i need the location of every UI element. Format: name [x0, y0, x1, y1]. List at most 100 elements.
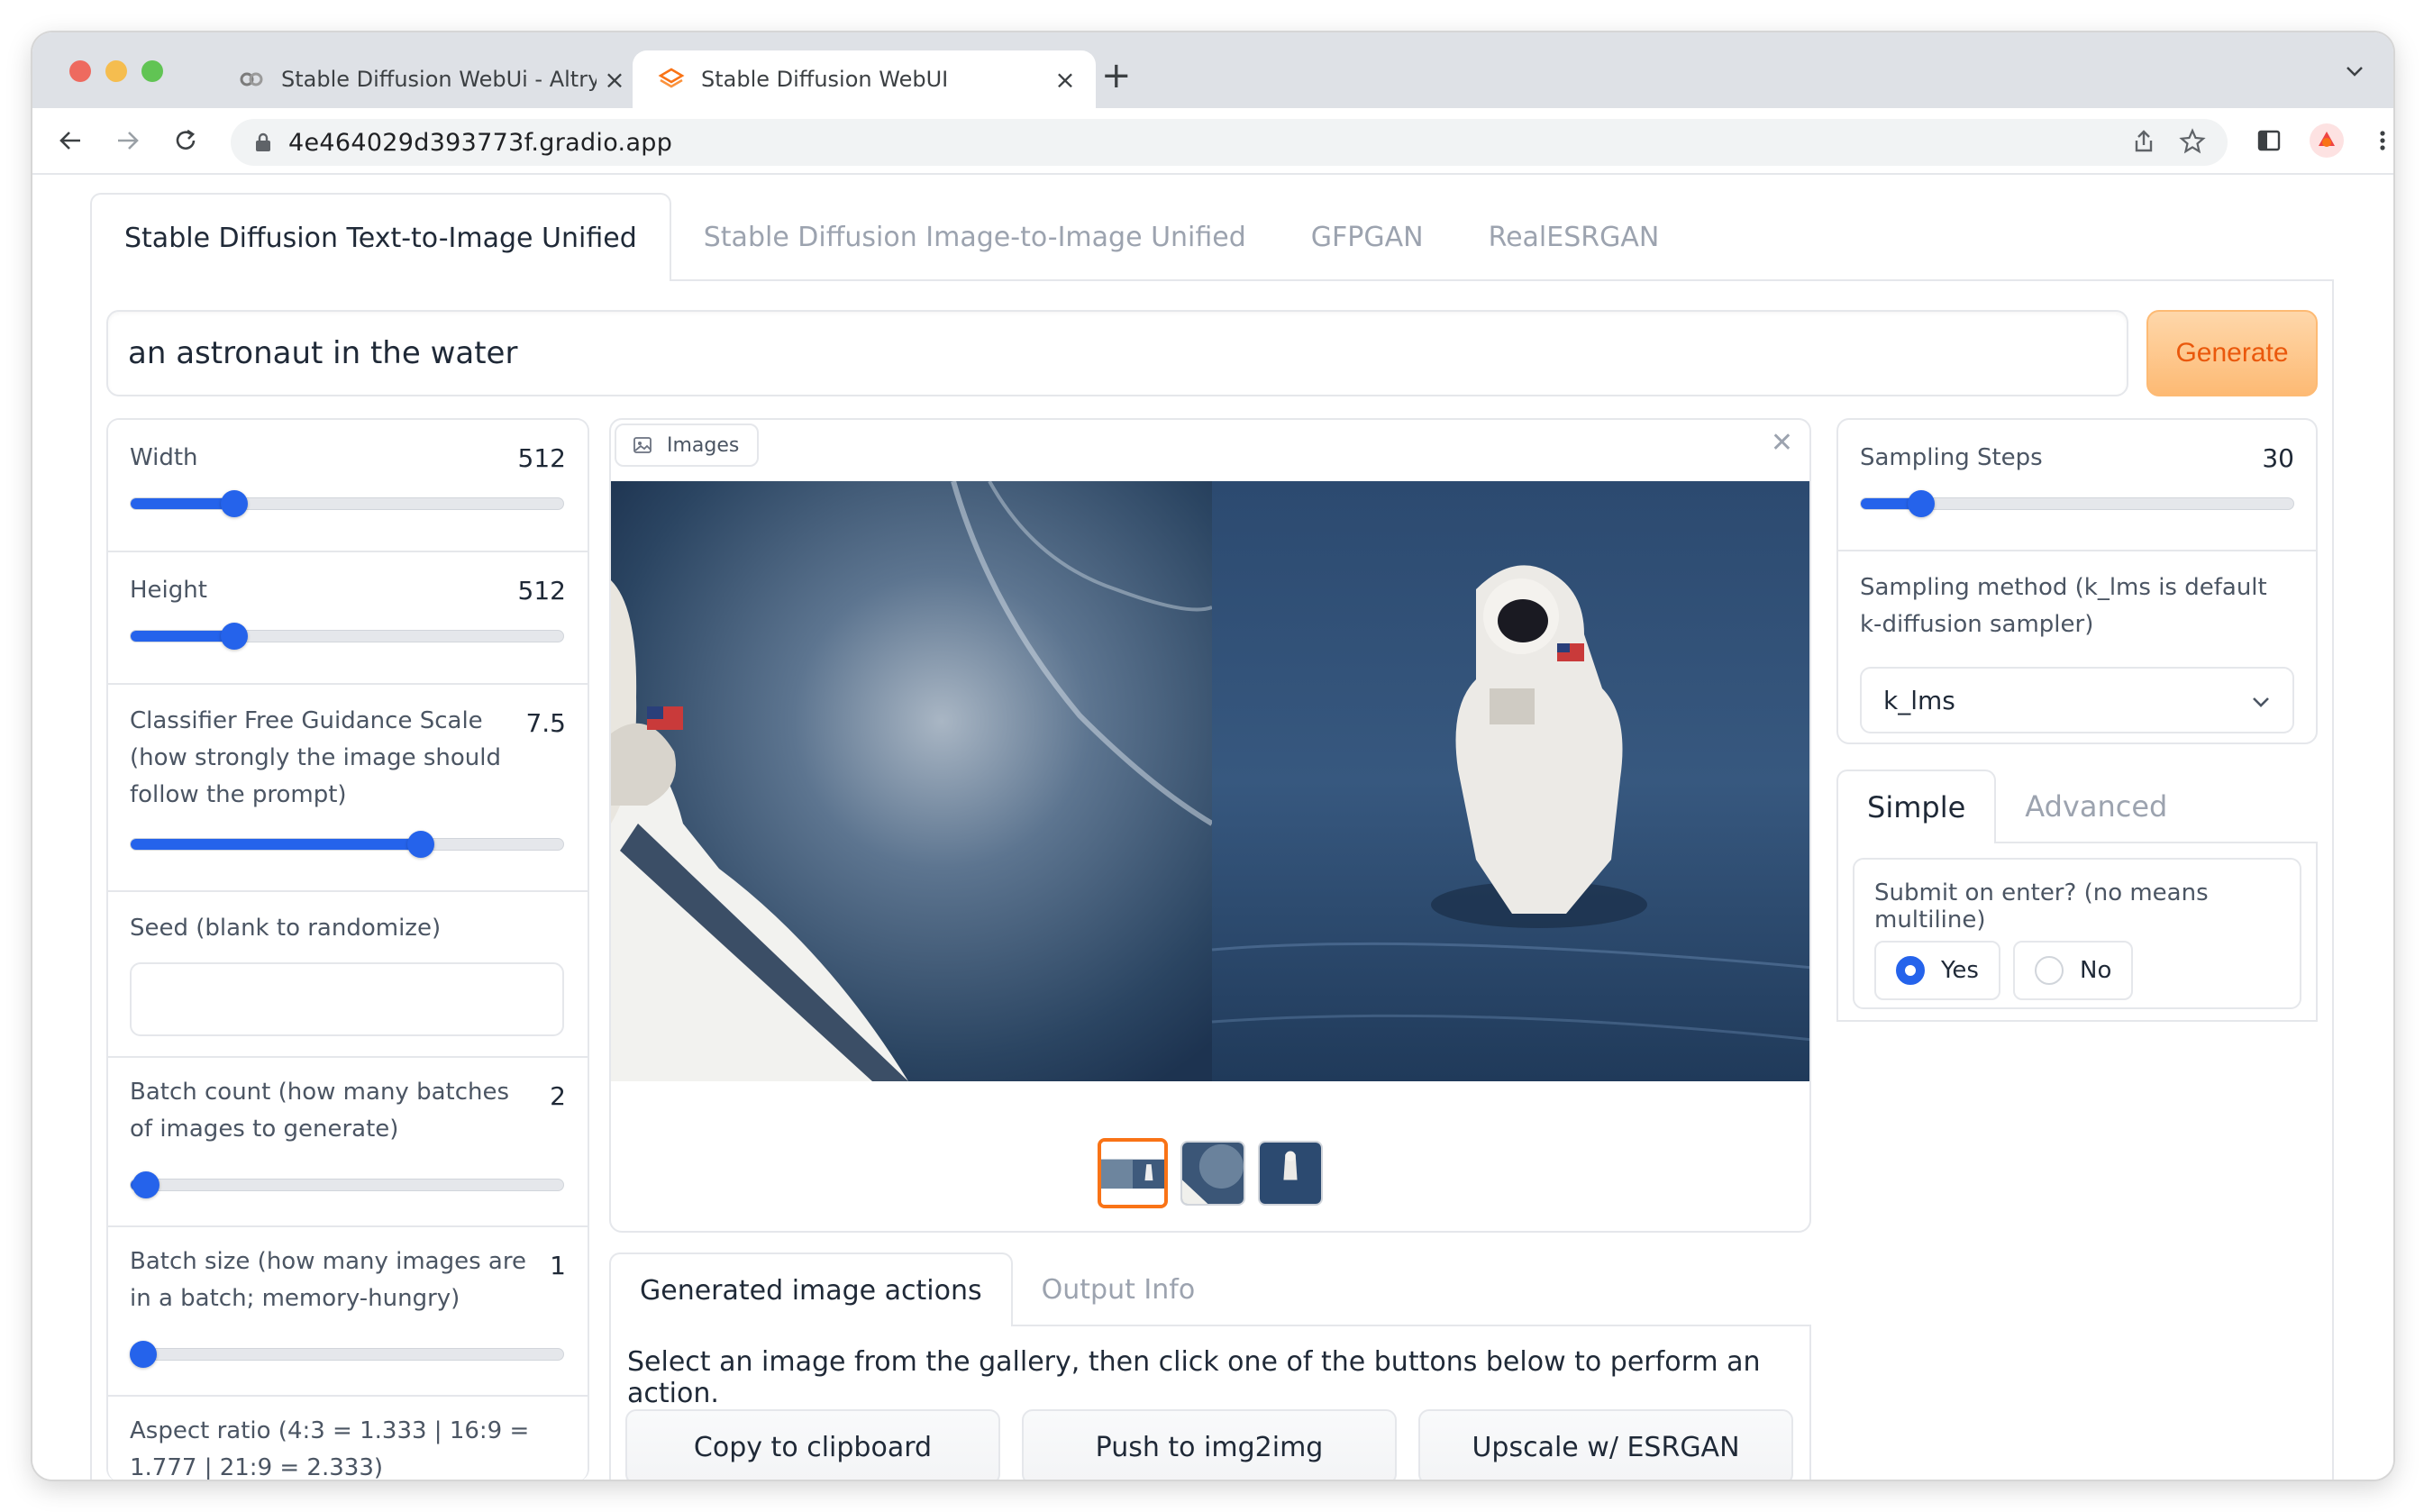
aspect-ratio-block: Aspect ratio (4:3 = 1.333 | 16:9 = 1.777… — [108, 1397, 588, 1480]
close-gallery-icon[interactable]: ✕ — [1771, 427, 1793, 459]
tab-advanced[interactable]: Advanced — [1996, 770, 2196, 843]
cfg-value[interactable]: 7.5 — [525, 708, 566, 738]
cfg-label: Classifier Free Guidance Scale (how stro… — [130, 707, 502, 808]
side-panel-icon[interactable] — [2247, 119, 2291, 162]
generated-image-1[interactable] — [611, 481, 1214, 1081]
reload-icon[interactable] — [164, 119, 207, 162]
width-slider[interactable] — [130, 490, 564, 517]
batch-count-slider[interactable] — [130, 1171, 564, 1198]
steps-value[interactable]: 30 — [2262, 443, 2294, 473]
batch-count-label: Batch count (how many batches of images … — [130, 1079, 510, 1143]
browser-tab-strip: Stable Diffusion WebUi - Altryne × Stabl… — [32, 32, 2393, 108]
actions-instruction: Select an image from the gallery, then c… — [627, 1346, 1761, 1409]
settings-panel-left: Width 512 Height 512 Classifier Free Gui… — [106, 418, 589, 1480]
height-slider[interactable] — [130, 623, 564, 650]
generated-images[interactable] — [611, 481, 1811, 1081]
tab-realesrgan[interactable]: RealESRGAN — [1456, 193, 1692, 281]
height-value[interactable]: 512 — [518, 576, 566, 606]
new-tab-icon[interactable]: + — [1101, 58, 1132, 94]
batch-size-slider[interactable] — [130, 1341, 564, 1368]
actions-tabs: Generated image actions Output Info — [609, 1252, 1224, 1326]
chevron-down-icon[interactable] — [2343, 59, 2366, 89]
submit-on-enter-block: Submit on enter? (no means multiline) Ye… — [1853, 858, 2301, 1009]
radio-yes[interactable]: Yes — [1874, 941, 2000, 1000]
gallery-thumbnails — [611, 1138, 1809, 1208]
radio-yes-label: Yes — [1941, 957, 1979, 984]
generated-image-2[interactable] — [1211, 481, 1811, 1081]
minimize-window-button[interactable] — [105, 60, 127, 82]
sampler-selected-value: k_lms — [1883, 685, 1955, 715]
image-gallery: Images ✕ — [609, 418, 1811, 1233]
batch-count-value[interactable]: 2 — [550, 1081, 566, 1111]
prompt-input[interactable]: an astronaut in the water — [106, 310, 2128, 396]
cfg-slider[interactable] — [130, 831, 564, 858]
sampler-label: Sampling method (k_lms is default k-diff… — [1860, 574, 2267, 638]
thumbnail-1[interactable] — [1098, 1138, 1168, 1208]
close-tab-icon[interactable]: × — [1047, 65, 1083, 95]
batch-count-block: Batch count (how many batches of images … — [108, 1058, 588, 1227]
maximize-window-button[interactable] — [141, 60, 163, 82]
height-label: Height — [130, 577, 207, 604]
url-text: 4e464029d393773f.gradio.app — [288, 128, 673, 157]
steps-slider[interactable] — [1860, 490, 2294, 517]
sampler-select[interactable]: k_lms — [1860, 667, 2294, 733]
tab-generated-image-actions[interactable]: Generated image actions — [609, 1252, 1013, 1326]
image-icon — [633, 437, 652, 453]
back-icon[interactable] — [49, 119, 92, 162]
batch-size-block: Batch size (how many images are in a bat… — [108, 1227, 588, 1397]
mode-panel: Submit on enter? (no means multiline) Ye… — [1836, 842, 2318, 1022]
browser-tab-webui[interactable]: Stable Diffusion WebUI × — [633, 50, 1096, 108]
height-slider-block: Height 512 — [108, 552, 588, 685]
colab-icon — [240, 72, 263, 87]
radio-yes-indicator — [1896, 956, 1925, 985]
copy-to-clipboard-button[interactable]: Copy to clipboard — [625, 1409, 1000, 1480]
tab-txt2img[interactable]: Stable Diffusion Text-to-Image Unified — [90, 193, 671, 281]
seed-input[interactable] — [130, 962, 564, 1036]
bookmark-star-icon[interactable] — [2179, 128, 2206, 155]
thumbnail-3[interactable] — [1258, 1141, 1323, 1206]
lock-icon — [256, 132, 270, 151]
submit-on-enter-label: Submit on enter? (no means multiline) — [1874, 879, 2209, 934]
main-tabs: Stable Diffusion Text-to-Image Unified S… — [90, 193, 1691, 281]
aspect-ratio-label: Aspect ratio (4:3 = 1.333 | 16:9 = 1.777… — [130, 1417, 530, 1480]
radio-no-label: No — [2080, 957, 2112, 984]
mode-tabs: Simple Advanced — [1836, 770, 2196, 843]
browser-tab-altryne[interactable]: Stable Diffusion WebUi - Altryne × — [213, 50, 645, 108]
profile-avatar[interactable] — [2305, 119, 2348, 162]
batch-size-label: Batch size (how many images are in a bat… — [130, 1248, 526, 1312]
thumbnail-2[interactable] — [1180, 1141, 1245, 1206]
sampling-panel: Sampling Steps 30 Sampling method (k_lms… — [1836, 418, 2318, 744]
chevron-down-icon — [2253, 697, 2269, 707]
browser-toolbar: 4e464029d393773f.gradio.app — [32, 108, 2393, 175]
share-icon[interactable] — [2130, 128, 2157, 155]
close-tab-icon[interactable]: × — [597, 65, 633, 95]
gallery-label-text: Images — [667, 433, 740, 457]
push-to-img2img-button[interactable]: Push to img2img — [1022, 1409, 1397, 1480]
upscale-esrgan-button[interactable]: Upscale w/ ESRGAN — [1418, 1409, 1793, 1480]
forward-icon[interactable] — [106, 119, 150, 162]
tab-title: Stable Diffusion WebUi - Altryne — [281, 67, 597, 92]
gradio-icon — [658, 68, 685, 88]
tab-simple[interactable]: Simple — [1836, 770, 1997, 843]
width-slider-block: Width 512 — [108, 420, 588, 552]
batch-size-value[interactable]: 1 — [550, 1251, 566, 1280]
width-label: Width — [130, 444, 198, 471]
tab-img2img[interactable]: Stable Diffusion Image-to-Image Unified — [671, 193, 1279, 281]
tab-gfpgan[interactable]: GFPGAN — [1279, 193, 1456, 281]
address-bar[interactable]: 4e464029d393773f.gradio.app — [231, 119, 2228, 166]
actions-panel: Select an image from the gallery, then c… — [609, 1325, 1811, 1480]
radio-no[interactable]: No — [2013, 941, 2134, 1000]
browser-window: Stable Diffusion WebUi - Altryne × Stabl… — [32, 32, 2393, 1480]
tab-output-info[interactable]: Output Info — [1013, 1252, 1225, 1326]
more-menu-icon[interactable] — [2361, 119, 2393, 162]
action-buttons: Copy to clipboard Push to img2img Upscal… — [625, 1409, 1793, 1480]
steps-slider-block: Sampling Steps 30 — [1838, 420, 2316, 551]
generate-button[interactable]: Generate — [2146, 310, 2318, 396]
close-window-button[interactable] — [69, 60, 91, 82]
width-value[interactable]: 512 — [518, 443, 566, 473]
cfg-slider-block: Classifier Free Guidance Scale (how stro… — [108, 685, 588, 892]
radio-no-indicator — [2035, 956, 2064, 985]
sampler-block: Sampling method (k_lms is default k-diff… — [1838, 551, 2316, 742]
seed-label: Seed (blank to randomize) — [130, 915, 442, 942]
tab-title: Stable Diffusion WebUI — [701, 67, 949, 92]
